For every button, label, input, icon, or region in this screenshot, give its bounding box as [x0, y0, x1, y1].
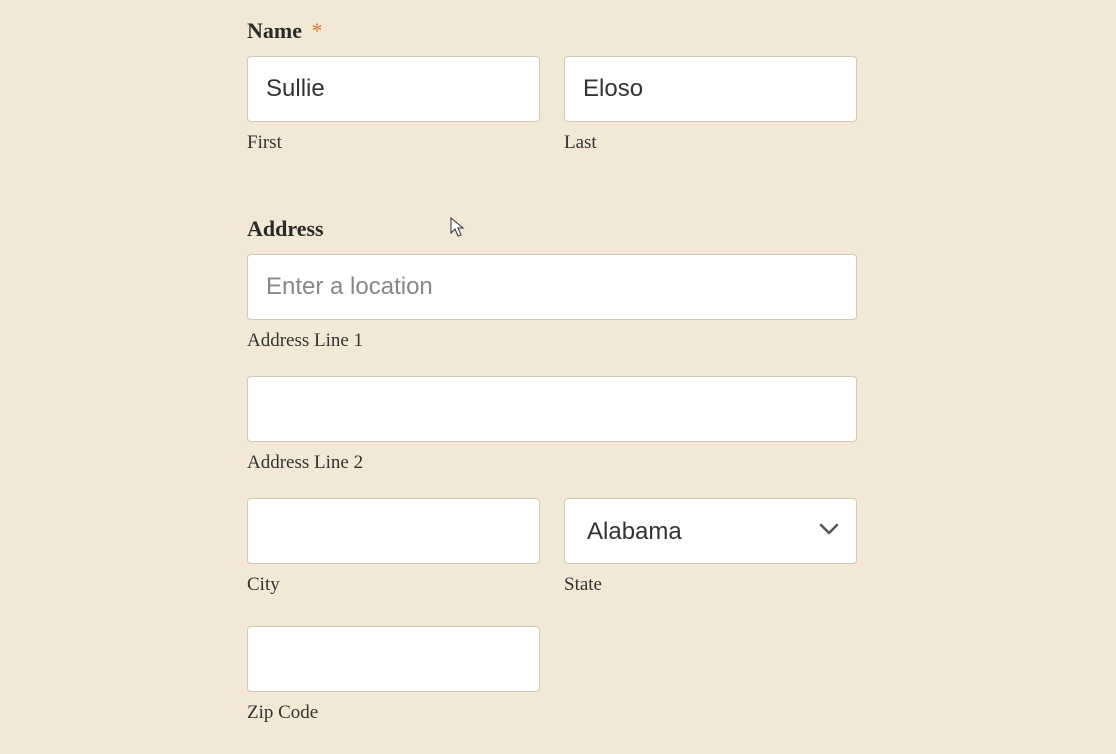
- name-row: First Last: [247, 56, 857, 178]
- address-line2-sublabel: Address Line 2: [247, 452, 857, 474]
- name-label-text: Name: [247, 18, 302, 43]
- last-name-sublabel: Last: [564, 132, 857, 154]
- state-sublabel: State: [564, 574, 857, 596]
- name-section-label: Name *: [247, 18, 857, 44]
- first-name-col: First: [247, 56, 540, 178]
- address-line1-col: Address Line 1: [247, 254, 857, 352]
- address-line2-col: Address Line 2: [247, 376, 857, 474]
- form-container: Name * First Last Address Address Line 1…: [247, 18, 857, 754]
- city-sublabel: City: [247, 574, 540, 596]
- address-section: Address Address Line 1 Address Line 2 Ci…: [247, 216, 857, 748]
- last-name-col: Last: [564, 56, 857, 178]
- city-state-row: City Alabama State: [247, 498, 857, 620]
- zip-row: Zip Code: [247, 626, 857, 748]
- required-asterisk: *: [311, 18, 322, 43]
- state-col: Alabama State: [564, 498, 857, 620]
- state-select-wrapper: Alabama: [564, 498, 857, 564]
- first-name-input[interactable]: [247, 56, 540, 122]
- address-line2-input[interactable]: [247, 376, 857, 442]
- last-name-input[interactable]: [564, 56, 857, 122]
- address-line1-input[interactable]: [247, 254, 857, 320]
- address-section-label: Address: [247, 216, 857, 242]
- zip-col: Zip Code: [247, 626, 540, 748]
- address-line1-sublabel: Address Line 1: [247, 330, 857, 352]
- zip-input[interactable]: [247, 626, 540, 692]
- first-name-sublabel: First: [247, 132, 540, 154]
- city-input[interactable]: [247, 498, 540, 564]
- zip-sublabel: Zip Code: [247, 702, 540, 724]
- zip-spacer: [564, 626, 857, 748]
- city-col: City: [247, 498, 540, 620]
- state-select[interactable]: Alabama: [564, 498, 857, 564]
